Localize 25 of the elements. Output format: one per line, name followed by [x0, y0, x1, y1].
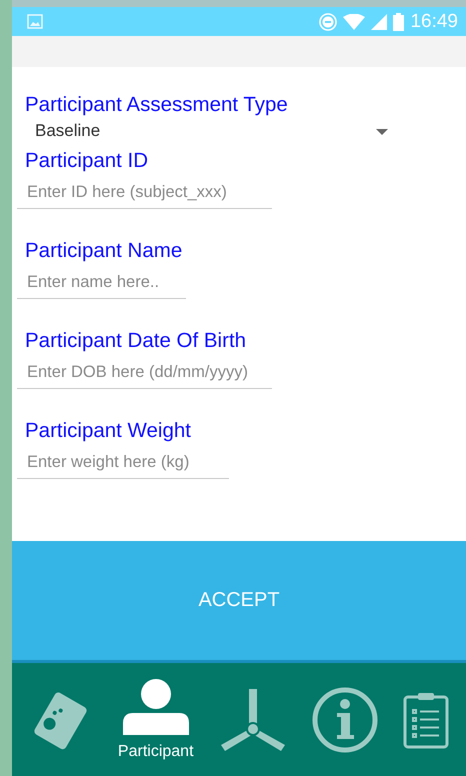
input-field[interactable]: Enter DOB here (dd/mm/yyyy) — [17, 359, 272, 389]
assessment-type-dropdown[interactable]: Baseline — [25, 117, 388, 141]
input-field[interactable]: Enter name here.. — [17, 269, 186, 299]
nav-tab[interactable] — [218, 688, 287, 750]
input-field[interactable]: Enter weight here (kg) — [17, 449, 229, 479]
info-icon — [312, 686, 378, 752]
nav-tab[interactable] — [312, 686, 378, 752]
field-label: Participant ID — [25, 149, 150, 173]
nav-tab[interactable]: Participant — [118, 678, 194, 760]
propeller-icon — [218, 688, 287, 750]
field-label: Participant Date Of Birth — [25, 329, 248, 353]
signal-icon — [371, 14, 388, 30]
field-label: Participant Weight — [25, 419, 192, 443]
do-not-disturb-icon — [319, 12, 338, 30]
field-label: Participant Assessment Type — [25, 93, 289, 117]
clipboard-icon — [403, 690, 450, 748]
status-time: 16:49 — [410, 10, 458, 32]
wifi-icon — [343, 14, 366, 30]
field-label: Participant Name — [25, 239, 184, 263]
image-icon — [27, 14, 43, 29]
nav-tab[interactable] — [403, 690, 450, 748]
battery-icon — [393, 12, 404, 30]
person-icon — [122, 678, 189, 734]
input-field[interactable]: Enter ID here (subject_xxx) — [17, 179, 272, 209]
caret-icon — [376, 129, 388, 135]
